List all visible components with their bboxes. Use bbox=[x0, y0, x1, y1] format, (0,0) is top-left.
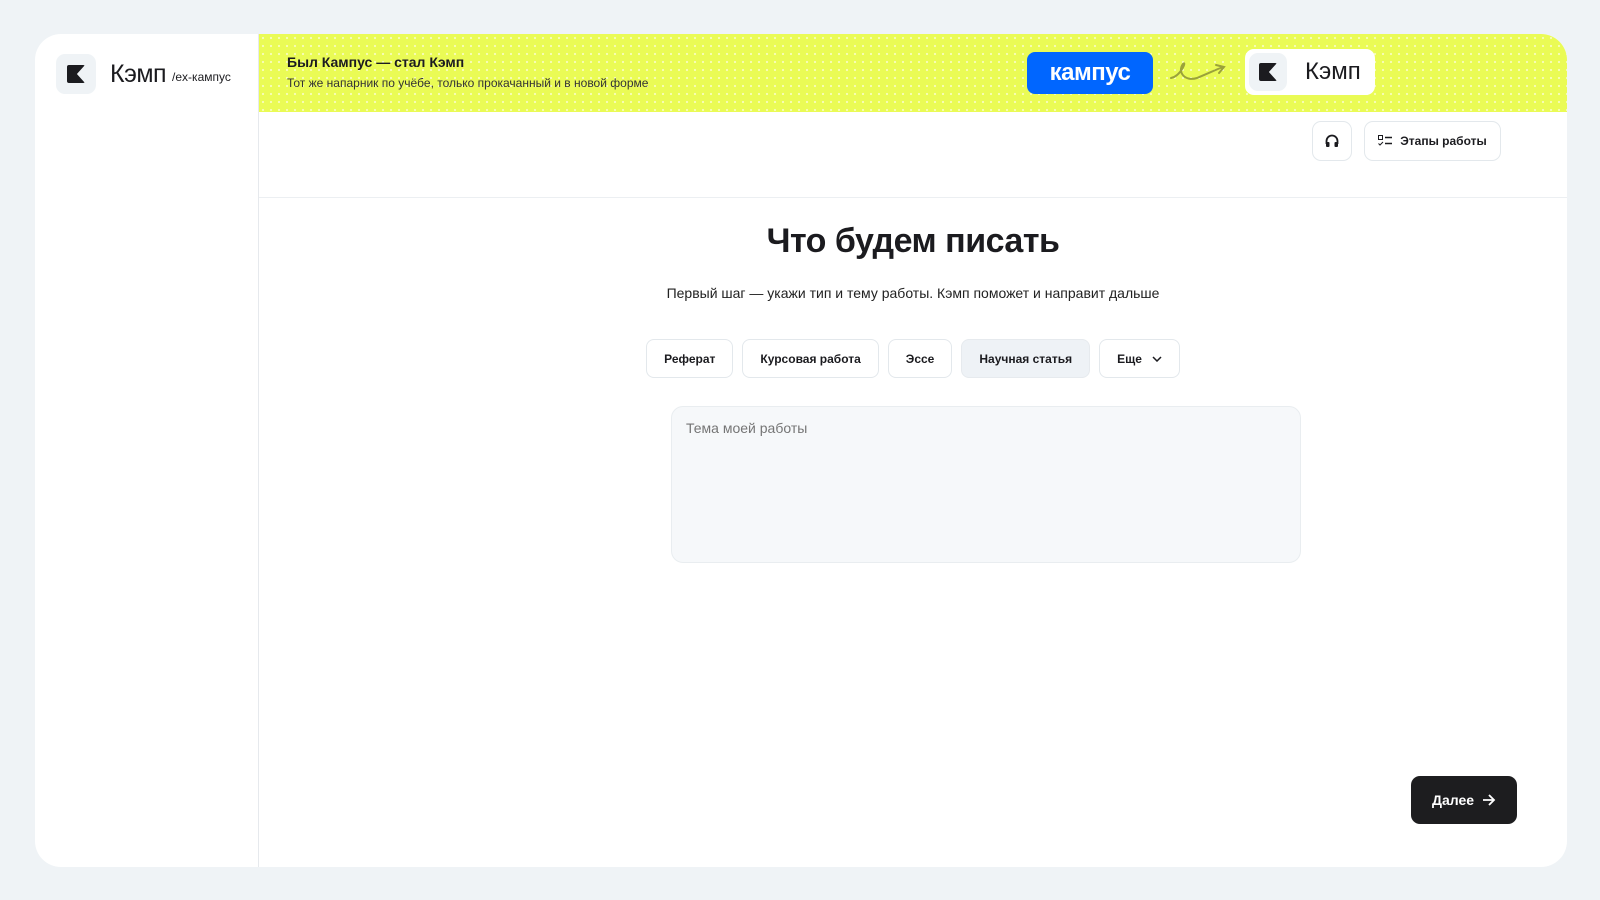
headphones-icon bbox=[1325, 134, 1339, 147]
type-chip-scientific-article[interactable]: Научная статья bbox=[961, 339, 1091, 378]
type-chip-coursework[interactable]: Курсовая работа bbox=[742, 339, 879, 378]
work-type-selector: Реферат Курсовая работа Эссе Научная ста… bbox=[259, 339, 1567, 378]
arrow-icon bbox=[1170, 62, 1226, 80]
checklist-icon bbox=[1378, 135, 1393, 146]
app-window: Кэмп /ex-кампус Был Кампус — стал Кэмп Т… bbox=[35, 34, 1567, 867]
toolbar: Этапы работы bbox=[259, 112, 1567, 198]
chevron-down-icon bbox=[1152, 355, 1162, 362]
page-title: Что будем писать bbox=[766, 222, 1060, 260]
work-stages-label: Этапы работы bbox=[1400, 134, 1487, 148]
page-subtitle: Первый шаг — укажи тип и тему работы. Кэ… bbox=[666, 285, 1160, 301]
new-brand-logo: Кэмп bbox=[1245, 49, 1375, 95]
sidebar: Кэмп /ex-кампус bbox=[35, 34, 259, 867]
logo[interactable]: Кэмп /ex-кампус bbox=[56, 54, 231, 94]
topic-input[interactable] bbox=[671, 406, 1301, 563]
more-label: Еще bbox=[1117, 351, 1142, 366]
banner-title: Был Кампус — стал Кэмп bbox=[287, 54, 465, 70]
logo-name: Кэмп bbox=[110, 59, 167, 88]
work-stages-button[interactable]: Этапы работы bbox=[1364, 121, 1501, 161]
rebrand-banner: Был Кампус — стал Кэмп Тот же напарник п… bbox=[259, 34, 1567, 112]
type-chip-referat[interactable]: Реферат bbox=[646, 339, 734, 378]
next-button[interactable]: Далее bbox=[1411, 776, 1517, 824]
logo-ex-label: /ex-кампус bbox=[172, 70, 231, 84]
new-brand-name: Кэмп bbox=[1305, 58, 1361, 85]
next-label: Далее bbox=[1431, 792, 1475, 808]
banner-subtitle: Тот же напарник по учёбе, только прокача… bbox=[287, 76, 649, 90]
support-button[interactable] bbox=[1312, 121, 1352, 161]
kemp-logo-icon bbox=[1249, 53, 1287, 91]
type-chip-essay[interactable]: Эссе bbox=[887, 339, 953, 378]
more-types-dropdown[interactable]: Еще bbox=[1099, 339, 1180, 378]
old-brand-logo: кампус bbox=[1027, 52, 1153, 94]
arrow-right-icon bbox=[1483, 794, 1496, 806]
kemp-logo-icon bbox=[56, 54, 96, 94]
